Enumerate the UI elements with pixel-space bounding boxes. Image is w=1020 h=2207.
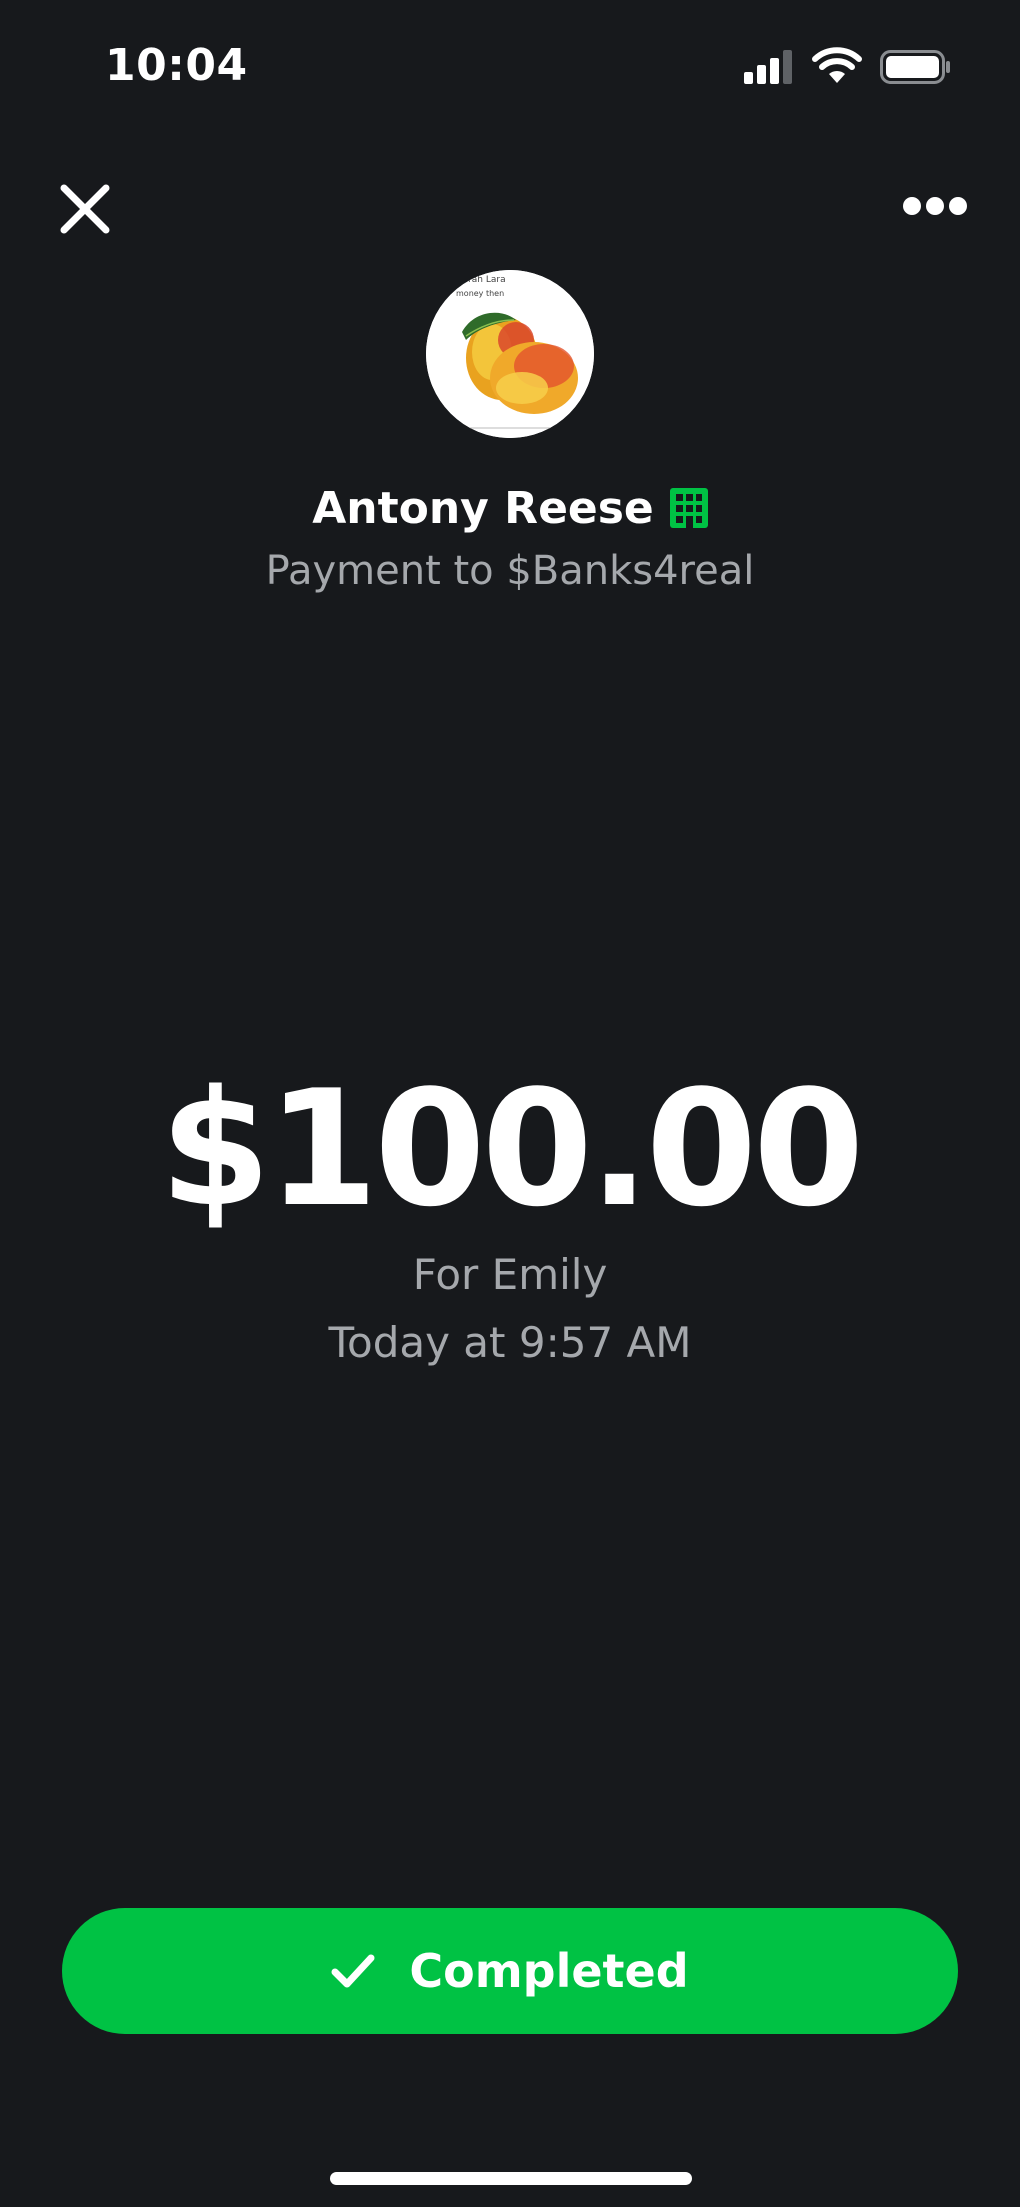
avatar-caption-line1: ...orah Lara (454, 275, 506, 285)
payment-amount: $100.00 (159, 1055, 865, 1242)
completed-label: Completed (409, 1944, 689, 1998)
payment-to-text: Payment to $Banks4real (265, 548, 755, 594)
checkmark-icon (331, 1954, 375, 1988)
cellular-signal-icon (744, 50, 792, 84)
payment-timestamp: Today at 9:57 AM (328, 1318, 692, 1367)
avatar-caption-line2: money then (456, 289, 504, 298)
payment-note: For Emily (412, 1250, 608, 1299)
recipient-name: Antony Reese (312, 482, 654, 534)
more-options-icon (903, 197, 967, 215)
more-options-button[interactable] (902, 194, 968, 218)
close-icon (60, 184, 110, 234)
wifi-icon (812, 47, 862, 83)
status-time: 10:04 (105, 40, 248, 91)
business-building-icon (669, 488, 708, 528)
close-button[interactable] (58, 182, 112, 236)
battery-icon (880, 50, 950, 84)
mango-photo-avatar: ...orah Lara money then (426, 270, 594, 438)
home-indicator[interactable] (330, 2172, 692, 2185)
avatar: ...orah Lara money then (426, 270, 594, 438)
recipient-name-row: Antony Reese (0, 478, 1020, 538)
completed-status-button[interactable]: Completed (62, 1908, 958, 2034)
